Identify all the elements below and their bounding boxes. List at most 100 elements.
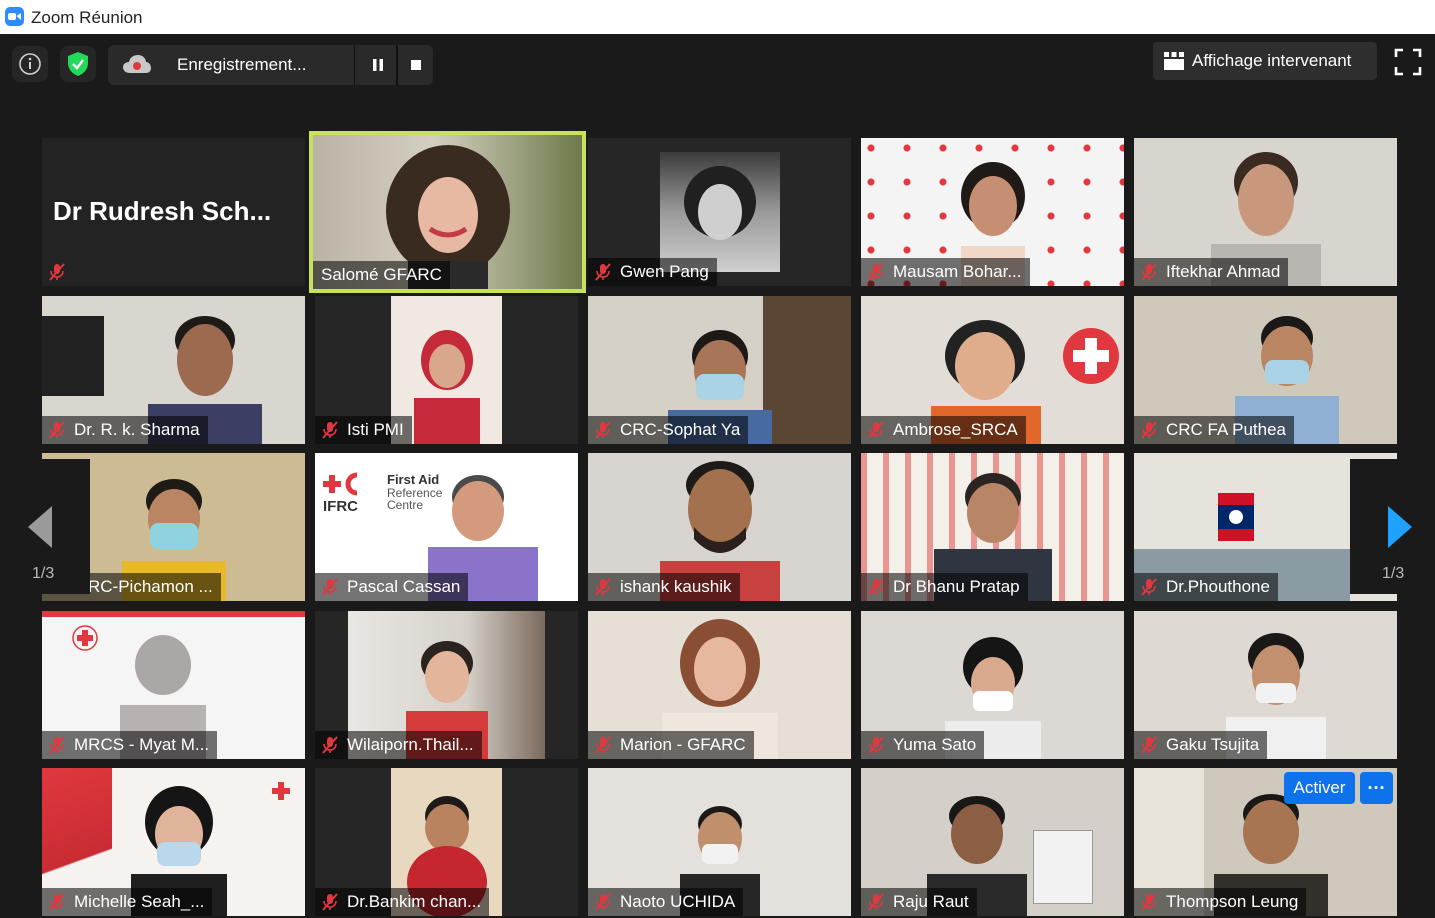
participant-name: Wilaiporn.Thail...: [347, 735, 474, 754]
participant-name: CRC FA Puthea: [1166, 420, 1287, 439]
name-bar: Isti PMI: [315, 416, 412, 444]
muted-mic-icon: [1141, 578, 1157, 596]
muted-mic-icon: [868, 893, 884, 911]
name-bar: Naoto UCHIDA: [588, 888, 744, 916]
name-bar: Gwen Pang: [588, 258, 717, 286]
participant-tile[interactable]: Iftekhar Ahmad: [1134, 138, 1397, 286]
previous-page-button[interactable]: 1/3: [0, 459, 90, 594]
participant-tile[interactable]: Yuma Sato: [861, 611, 1124, 759]
muted-mic-icon: [49, 263, 65, 281]
name-bar: Thompson Leung: [1134, 888, 1307, 916]
participant-name: Dr. R. k. Sharma: [74, 420, 200, 439]
participant-name: Isti PMI: [347, 420, 404, 439]
participant-name: RC-Pichamon ...: [88, 577, 213, 596]
muted-mic-icon: [595, 736, 611, 754]
next-page-button[interactable]: 1/3: [1350, 459, 1435, 594]
name-bar: CRC FA Puthea: [1134, 416, 1295, 444]
name-bar: Salomé GFARC: [313, 261, 450, 289]
no-video-participant-name: Dr Rudresh Sch...: [53, 196, 272, 226]
participant-name: Marion - GFARC: [620, 735, 746, 754]
participant-tile[interactable]: Marion - GFARC: [588, 611, 851, 759]
muted-mic-icon: [1141, 263, 1157, 281]
muted-mic-icon: [595, 578, 611, 596]
muted-mic-icon: [868, 263, 884, 281]
participant-name: CRC-Sophat Ya: [620, 420, 741, 439]
participant-tile[interactable]: Dr.Bankim chan...: [315, 768, 578, 916]
slide-header-stripe: [42, 611, 305, 617]
svg-text:IFRC: IFRC: [323, 498, 358, 515]
participant-name: Dr.Phouthone: [1166, 577, 1270, 596]
muted-mic-icon: [322, 421, 338, 439]
name-bar: MRCS - Myat M...: [42, 731, 218, 759]
participant-tile[interactable]: Wilaiporn.Thail...: [315, 611, 578, 759]
participant-name: Ambrose_SRCA: [893, 420, 1018, 439]
muted-mic-icon: [595, 421, 611, 439]
participant-name: Mausam Bohar...: [893, 262, 1022, 281]
participant-tile[interactable]: Gaku Tsujita: [1134, 611, 1397, 759]
red-cross-icon: [72, 625, 98, 651]
participant-name: Dr.Bankim chan...: [347, 892, 482, 911]
participant-name: MRCS - Myat M...: [74, 735, 210, 754]
participant-tile[interactable]: Ambrose_SRCA: [861, 296, 1124, 444]
participant-name: Dr Bhanu Pratap: [893, 577, 1020, 596]
tv-in-background: [42, 316, 104, 396]
name-bar: Pascal Cassan: [315, 573, 469, 601]
participant-tile[interactable]: Raju Raut: [861, 768, 1124, 916]
muted-mic-icon: [868, 421, 884, 439]
participant-name: Thompson Leung: [1166, 892, 1299, 911]
name-bar: Dr.Phouthone: [1134, 573, 1278, 601]
arrow-right-icon: [1388, 506, 1412, 548]
participant-name: Raju Raut: [893, 892, 969, 911]
participant-tile[interactable]: Gwen Pang: [588, 138, 851, 286]
participant-tile[interactable]: Dr. R. k. Sharma: [42, 296, 305, 444]
muted-mic-icon: [868, 736, 884, 754]
muted-mic-icon: [1141, 421, 1157, 439]
participant-tile[interactable]: Mausam Bohar...: [861, 138, 1124, 286]
name-bar: Wilaiporn.Thail...: [315, 731, 482, 759]
muted-mic-icon: [595, 893, 611, 911]
wall-calendar: [1033, 830, 1093, 904]
participant-video-silhouette: [413, 330, 480, 444]
muted-mic-icon: [322, 736, 338, 754]
participant-name: Michelle Seah_...: [74, 892, 205, 911]
participant-tile[interactable]: Dr Rudresh Sch...: [42, 138, 305, 286]
participant-tile[interactable]: Isti PMI: [315, 296, 578, 444]
muted-mic-icon: [1141, 893, 1157, 911]
page-indicator: 1/3: [32, 565, 55, 582]
muted-mic-icon: [1141, 736, 1157, 754]
name-bar: Michelle Seah_...: [42, 888, 213, 916]
muted-mic-icon: [595, 263, 611, 281]
participant-tile[interactable]: IFRC First Aid Reference Centre Pascal C…: [315, 453, 578, 601]
red-cross-badge-icon: [1063, 328, 1119, 384]
muted-mic-icon: [868, 578, 884, 596]
participant-tile[interactable]: CRC FA Puthea: [1134, 296, 1397, 444]
name-bar: CRC-Sophat Ya: [588, 416, 749, 444]
participant-tile-active-speaker[interactable]: Salomé GFARC: [309, 131, 586, 293]
participant-tile[interactable]: Dr Bhanu Pratap: [861, 453, 1124, 601]
participant-tile[interactable]: Naoto UCHIDA: [588, 768, 851, 916]
more-options-button[interactable]: ···: [1360, 772, 1393, 804]
name-bar: Raju Raut: [861, 888, 977, 916]
arrow-left-icon: [28, 506, 52, 548]
name-bar: Dr Bhanu Pratap: [861, 573, 1028, 601]
name-bar: [42, 258, 74, 286]
name-bar: Ambrose_SRCA: [861, 416, 1026, 444]
name-bar: Mausam Bohar...: [861, 258, 1030, 286]
activate-button[interactable]: Activer: [1284, 772, 1355, 804]
participant-tile[interactable]: MRCS - Myat M...: [42, 611, 305, 759]
video-gallery: Dr Rudresh Sch... Salomé GFARC Gwen Pang: [0, 0, 1435, 918]
name-bar: Gaku Tsujita: [1134, 731, 1268, 759]
participant-tile[interactable]: Thompson Leung: [1134, 768, 1397, 916]
participant-tile[interactable]: CRC-Sophat Ya: [588, 296, 851, 444]
muted-mic-icon: [49, 421, 65, 439]
name-bar: Yuma Sato: [861, 731, 985, 759]
name-bar: Iftekhar Ahmad: [1134, 258, 1289, 286]
ifrc-logo-icon: IFRC: [323, 472, 358, 515]
participant-name: Gaku Tsujita: [1166, 735, 1260, 754]
participant-name: Yuma Sato: [893, 735, 977, 754]
participant-tile[interactable]: ishank kaushik: [588, 453, 851, 601]
page-indicator: 1/3: [1382, 565, 1405, 582]
participant-name: Pascal Cassan: [347, 577, 461, 596]
flag-icon: [1218, 493, 1254, 541]
participant-tile[interactable]: Michelle Seah_...: [42, 768, 305, 916]
